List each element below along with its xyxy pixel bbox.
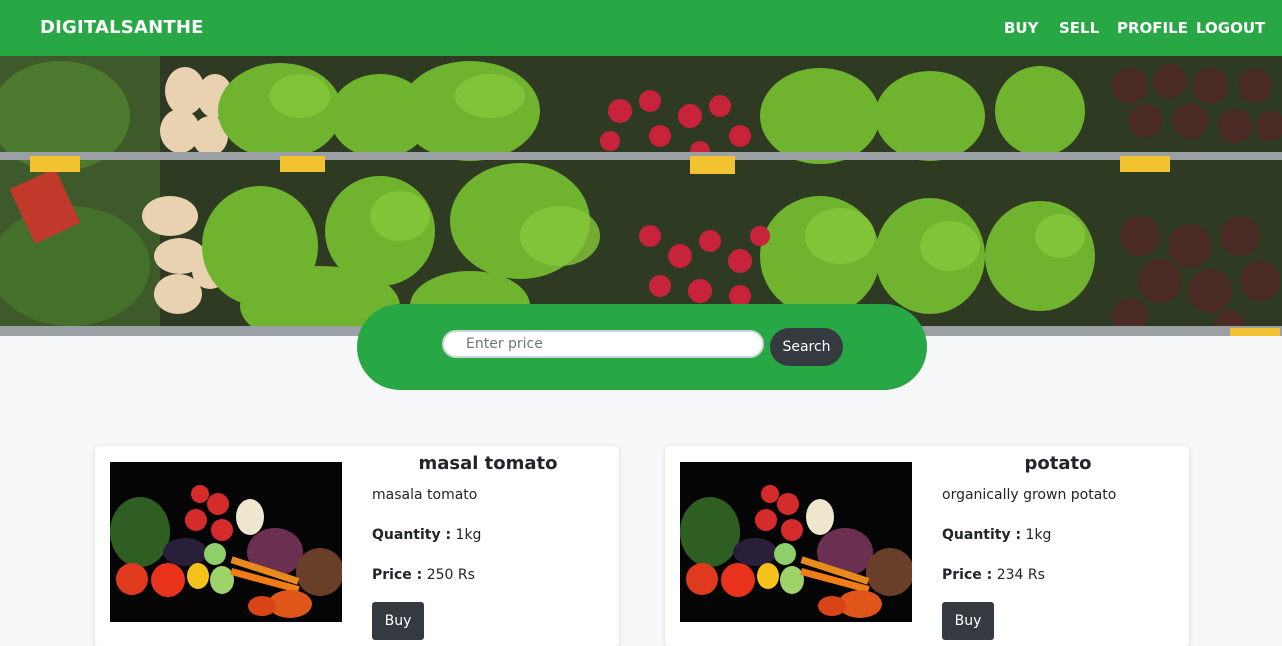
price-value: 234 Rs	[996, 567, 1045, 583]
product-description: masala tomato	[372, 487, 478, 503]
product-image	[110, 462, 342, 622]
vegetables-photo	[110, 462, 342, 622]
vegetable-shelf-illustration	[0, 56, 1282, 336]
product-price: Price : 250 Rs	[372, 567, 475, 583]
product-description: organically grown potato	[942, 487, 1117, 503]
price-label: Price :	[942, 567, 993, 583]
brand-logo[interactable]: DIGITALSANTHE	[40, 17, 204, 38]
nav-logout-link[interactable]: LOGOUT	[1196, 19, 1265, 37]
quantity-label: Quantity :	[942, 527, 1022, 543]
quantity-label: Quantity :	[372, 527, 452, 543]
navbar: DIGITALSANTHE BUY SELL PROFILE LOGOUT	[0, 0, 1282, 56]
product-quantity: Quantity : 1kg	[942, 527, 1051, 543]
price-label: Price :	[372, 567, 423, 583]
quantity-value: 1kg	[1025, 527, 1052, 543]
search-bar: Search	[357, 304, 927, 390]
product-card: potato organically grown potato Quantity…	[665, 446, 1189, 646]
price-search-input[interactable]	[442, 330, 764, 358]
buy-button[interactable]: Buy	[372, 602, 424, 640]
buy-button[interactable]: Buy	[942, 602, 994, 640]
nav-buy-link[interactable]: BUY	[1004, 19, 1038, 37]
product-quantity: Quantity : 1kg	[372, 527, 481, 543]
product-title: potato	[1024, 453, 1092, 474]
product-title: masal tomato	[418, 453, 558, 474]
product-card: masal tomato masala tomato Quantity : 1k…	[95, 446, 619, 646]
nav-sell-link[interactable]: SELL	[1059, 19, 1099, 37]
price-value: 250 Rs	[426, 567, 475, 583]
vegetables-photo	[680, 462, 912, 622]
search-button[interactable]: Search	[770, 328, 843, 366]
product-price: Price : 234 Rs	[942, 567, 1045, 583]
nav-profile-link[interactable]: PROFILE	[1117, 19, 1188, 37]
quantity-value: 1kg	[455, 527, 482, 543]
product-image	[680, 462, 912, 622]
hero-banner-image	[0, 56, 1282, 336]
